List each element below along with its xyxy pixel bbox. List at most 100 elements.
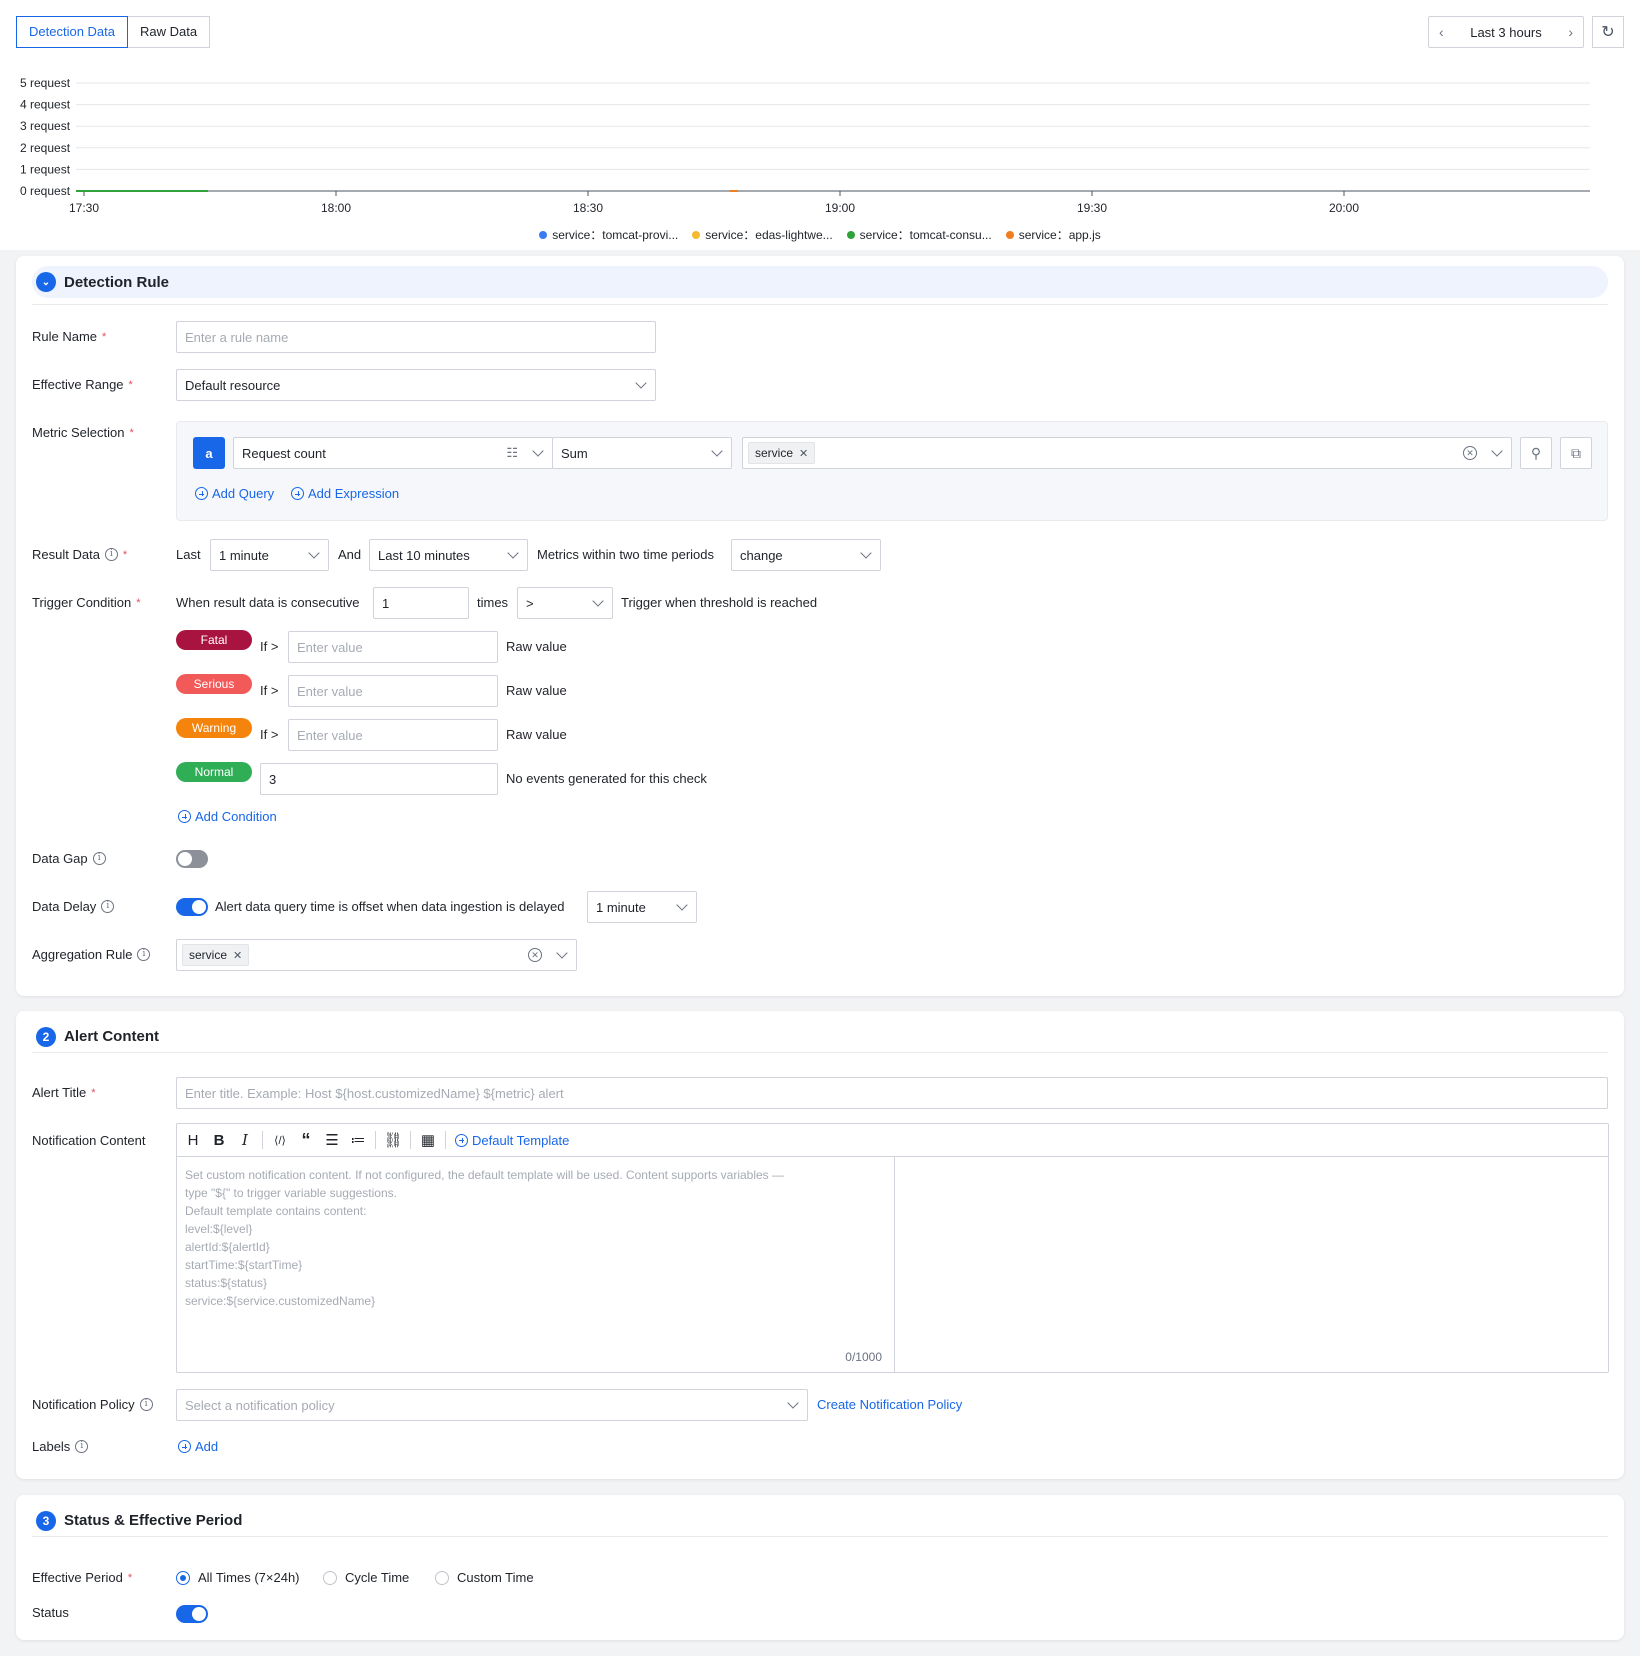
mode-select[interactable]: change	[731, 539, 881, 571]
operator-select[interactable]: >	[517, 587, 613, 619]
and-text: And	[338, 547, 362, 562]
legend-item[interactable]: service：tomcat-provi...	[539, 226, 678, 243]
rule-name-label: Rule Name *	[32, 329, 107, 344]
chevron-down-icon	[787, 1397, 799, 1409]
notification-preview	[896, 1157, 1608, 1372]
metric-browser-icon[interactable]: ☷	[506, 445, 518, 461]
raw-value-text: Raw value	[506, 683, 567, 698]
data-delay-select[interactable]: 1 minute	[587, 891, 697, 923]
x-tick-label: 18:00	[321, 201, 351, 215]
window-select[interactable]: 1 minute	[210, 539, 329, 571]
add-label-button[interactable]: Add	[178, 1439, 218, 1454]
chevron-down-icon	[592, 595, 604, 607]
add-condition-button[interactable]: Add Condition	[178, 809, 277, 824]
link-icon[interactable]: ⛓	[381, 1131, 405, 1149]
chevron-right-icon[interactable]: ›	[1568, 24, 1573, 40]
tab-detection-data[interactable]: Detection Data	[16, 16, 128, 48]
effective-range-select[interactable]: Default resource	[176, 369, 656, 401]
chevron-left-icon[interactable]: ‹	[1439, 24, 1444, 40]
copy-icon: ⧉	[1571, 444, 1581, 461]
heading-icon[interactable]: H	[181, 1132, 205, 1149]
legend-item[interactable]: service：app.js	[1005, 226, 1101, 243]
data-delay-toggle[interactable]	[176, 898, 208, 916]
chevron-down-icon	[635, 377, 647, 389]
radio-custom-time[interactable]	[435, 1571, 449, 1585]
aggregation-tag: service ✕	[182, 944, 250, 966]
warning-threshold-input[interactable]: Enter value	[288, 719, 498, 751]
clear-icon[interactable]: ✕	[528, 948, 542, 962]
legend-item[interactable]: service：tomcat-consu...	[846, 226, 992, 243]
status-toggle[interactable]	[176, 1605, 208, 1623]
alert-content-card: 2 Alert Content Alert Title * Enter title…	[16, 1011, 1624, 1479]
notification-policy-select[interactable]: Select a notification policy	[176, 1389, 808, 1421]
filter-button[interactable]: ⚲	[1520, 437, 1552, 469]
info-icon[interactable]: i	[104, 548, 118, 561]
create-notification-policy-link[interactable]: Create Notification Policy	[817, 1397, 962, 1412]
chart-panel: Detection Data Raw Data ‹ Last 3 hours ›…	[0, 0, 1640, 250]
table-icon[interactable]: ▦	[416, 1131, 440, 1149]
y-tick-label: 1 request	[20, 162, 71, 176]
bold-icon[interactable]: B	[207, 1132, 231, 1149]
detection-rule-header[interactable]: ⌄ Detection Rule	[32, 266, 1608, 298]
chevron-down-icon	[532, 445, 544, 457]
close-icon[interactable]: ✕	[799, 447, 808, 460]
clear-icon[interactable]: ✕	[1463, 446, 1477, 460]
metric-selection-label: Metric Selection *	[32, 425, 134, 440]
info-icon[interactable]: i	[92, 852, 106, 865]
x-tick-label: 19:00	[825, 201, 855, 215]
close-icon[interactable]: ✕	[233, 949, 242, 962]
x-tick-label: 19:30	[1077, 201, 1107, 215]
copy-button[interactable]: ⧉	[1560, 437, 1592, 469]
compare-select[interactable]: Last 10 minutes	[369, 539, 528, 571]
bullet-list-icon[interactable]: ☰	[320, 1131, 344, 1149]
step-number: 3	[36, 1510, 56, 1531]
metrics-text: Metrics within two time periods	[537, 547, 714, 562]
italic-icon[interactable]: I	[233, 1131, 257, 1149]
metric-select[interactable]: Request count ☷	[233, 437, 553, 469]
data-gap-toggle[interactable]	[176, 850, 208, 868]
alert-title-input[interactable]: Enter title. Example: Host ${host.custom…	[176, 1077, 1608, 1109]
chevron-down-icon	[1491, 445, 1503, 457]
serious-threshold-input[interactable]: Enter value	[288, 675, 498, 707]
char-counter: 0/1000	[845, 1350, 882, 1364]
radio-cycle-time[interactable]	[323, 1571, 337, 1585]
add-expression-button[interactable]: Add Expression	[291, 486, 399, 501]
level-normal-pill: Normal	[176, 762, 252, 782]
notification-textarea[interactable]: Set custom notification content. If not …	[177, 1157, 895, 1372]
fatal-threshold-input[interactable]: Enter value	[288, 631, 498, 663]
notification-editor: H B I ⟨/⟩ “ ☰ ≔ ⛓ ▦ Default Template Set…	[176, 1123, 1609, 1373]
time-range-picker[interactable]: ‹ Last 3 hours ›	[1428, 16, 1584, 48]
raw-value-text: Raw value	[506, 639, 567, 654]
code-icon[interactable]: ⟨/⟩	[268, 1134, 292, 1147]
info-icon[interactable]: i	[75, 1440, 89, 1453]
add-query-button[interactable]: Add Query	[195, 486, 274, 501]
refresh-button[interactable]: ↻	[1592, 16, 1624, 48]
rule-name-input[interactable]: Enter a rule name	[176, 321, 656, 353]
times-input[interactable]: 1	[373, 587, 469, 619]
default-template-button[interactable]: Default Template	[455, 1133, 569, 1148]
status-label: Status	[32, 1605, 69, 1620]
effective-range-label: Effective Range *	[32, 377, 133, 392]
alert-title-label: Alert Title *	[32, 1085, 96, 1100]
chevron-down-icon	[711, 445, 723, 457]
radio-all-times[interactable]	[176, 1571, 190, 1585]
level-serious-pill: Serious	[176, 674, 252, 694]
numbered-list-icon[interactable]: ≔	[346, 1131, 370, 1149]
chevron-down-icon	[308, 547, 320, 559]
info-icon[interactable]: i	[139, 1398, 153, 1411]
info-icon[interactable]: i	[137, 948, 151, 961]
if-text: If >	[260, 639, 279, 654]
aggregation-rule-select[interactable]: service ✕ ✕	[176, 939, 577, 971]
legend-item[interactable]: service：edas-lightwe...	[692, 226, 833, 243]
chevron-down-icon	[507, 547, 519, 559]
if-text: If >	[260, 727, 279, 742]
level-fatal-pill: Fatal	[176, 630, 252, 650]
info-icon[interactable]: i	[101, 900, 115, 913]
plus-circle-icon	[195, 487, 208, 500]
aggregation-select[interactable]: Sum	[552, 437, 732, 469]
group-by-select[interactable]: service ✕ ✕	[742, 437, 1512, 469]
normal-threshold-input[interactable]: 3	[260, 763, 498, 795]
legend-label: service：tomcat-provi...	[552, 228, 679, 242]
tab-raw-data[interactable]: Raw Data	[127, 16, 211, 48]
quote-icon[interactable]: “	[294, 1130, 318, 1151]
